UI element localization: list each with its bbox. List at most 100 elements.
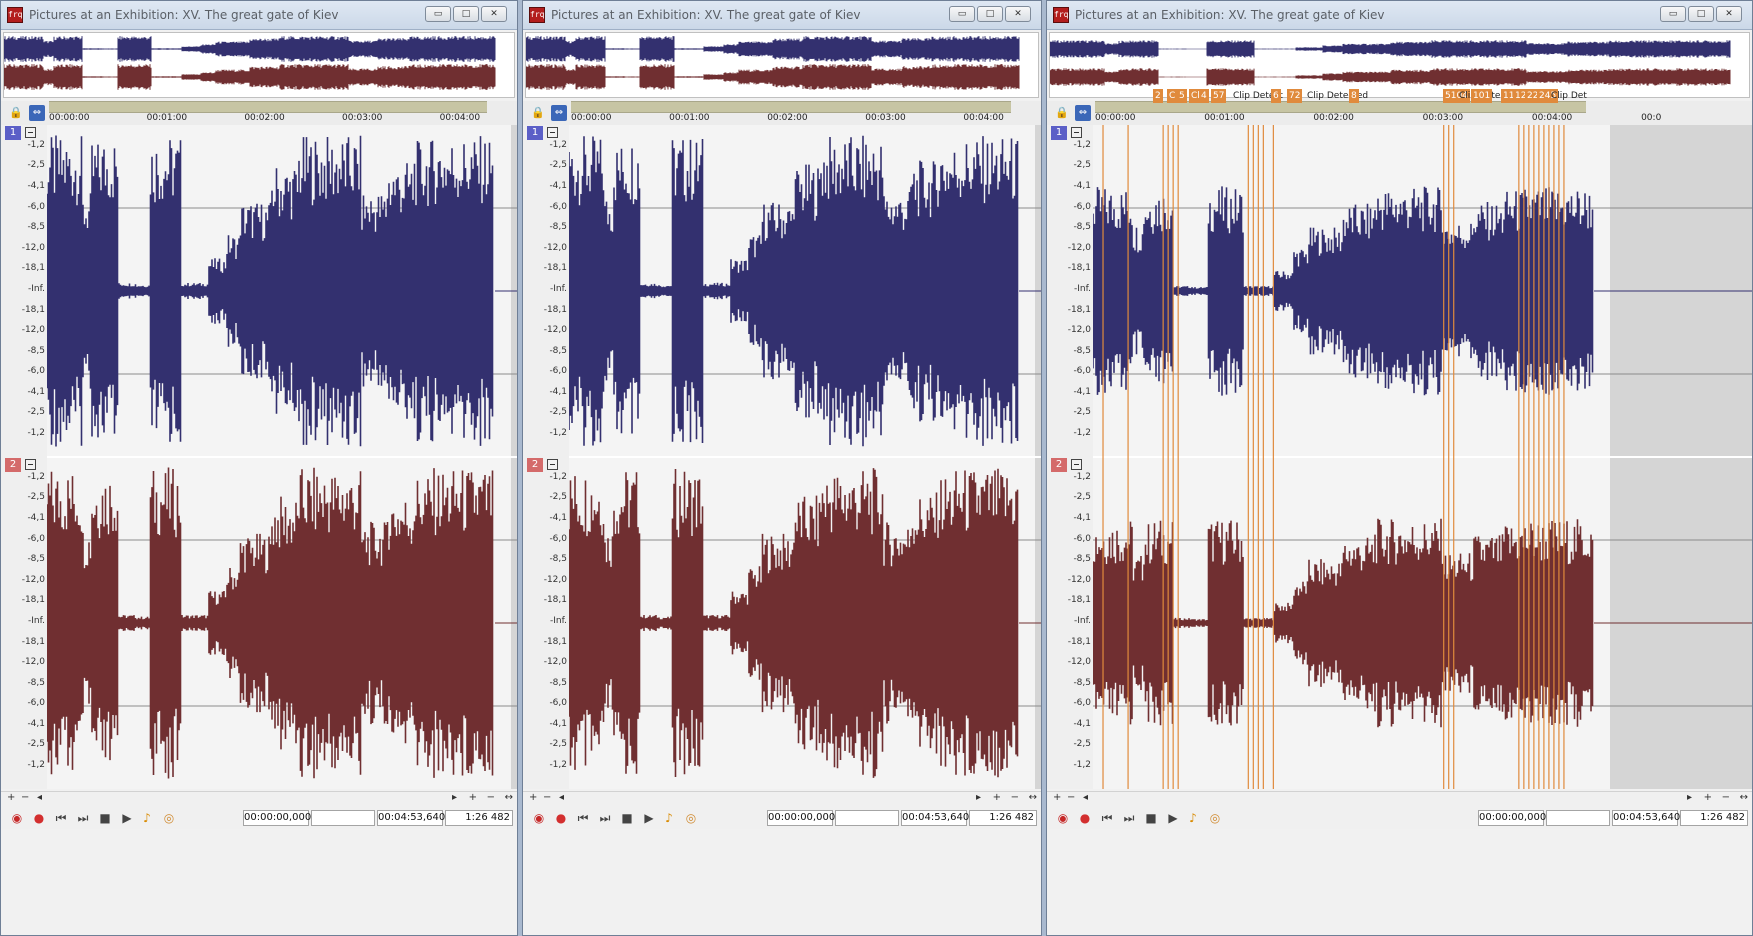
- minimize-button[interactable]: ▭: [949, 6, 975, 22]
- clip-detected-label[interactable]: 57: [1211, 89, 1227, 103]
- channel-collapse-button[interactable]: [25, 127, 36, 138]
- go-end-icon[interactable]: ⏭: [1121, 810, 1137, 826]
- play-cursor-icon[interactable]: ◎: [1207, 810, 1223, 826]
- zoom-out-v-icon[interactable]: −: [487, 792, 495, 803]
- play-icon[interactable]: ▶: [119, 810, 135, 826]
- play-cursor-icon[interactable]: ◎: [161, 810, 177, 826]
- stop-icon[interactable]: ■: [619, 810, 635, 826]
- loop-region-strip[interactable]: [571, 101, 1011, 113]
- audio-window-2[interactable]: frq Pictures at an Exhibition: XV. The g…: [522, 0, 1042, 936]
- channel-collapse-button[interactable]: [25, 459, 36, 470]
- zoom-in-h-icon[interactable]: +: [7, 792, 15, 803]
- clip-detected-label[interactable]: C: [1167, 89, 1178, 103]
- scroll-left-icon[interactable]: ◂: [37, 792, 42, 803]
- selection-field[interactable]: [835, 810, 899, 826]
- selection-field[interactable]: [1546, 810, 1610, 826]
- zoom-in-v-icon[interactable]: +: [993, 792, 1001, 803]
- zoom-out-v-icon[interactable]: −: [1722, 792, 1730, 803]
- clip-detected-label[interactable]: 2: [1153, 89, 1163, 103]
- clip-detected-label[interactable]: 72: [1287, 89, 1303, 103]
- zoom-fit-icon[interactable]: ↔: [1740, 792, 1748, 803]
- clip-detected-label[interactable]: 4: [1199, 89, 1209, 103]
- minimize-button[interactable]: ▭: [1660, 6, 1686, 22]
- channel-collapse-button[interactable]: [1071, 127, 1082, 138]
- record-arm-icon[interactable]: ◉: [1055, 810, 1071, 826]
- zoom-out-h-icon[interactable]: −: [1067, 792, 1075, 803]
- zoom-fit-icon[interactable]: ↔: [505, 792, 513, 803]
- go-end-icon[interactable]: ⏭: [597, 810, 613, 826]
- snap-icon[interactable]: ⇔: [29, 105, 45, 121]
- channel-collapse-button[interactable]: [1071, 459, 1082, 470]
- zoom-in-v-icon[interactable]: +: [469, 792, 477, 803]
- horizontal-scrollbar[interactable]: + − ◂ ▸ + − ↔: [523, 791, 1041, 806]
- channel-badge-2[interactable]: 2: [527, 458, 543, 472]
- waveform-display[interactable]: [47, 125, 517, 789]
- title-bar[interactable]: frq Pictures at an Exhibition: XV. The g…: [523, 1, 1041, 30]
- zoom-ratio-field[interactable]: 1:26 482: [969, 810, 1037, 826]
- position-field[interactable]: 00:00:00,000: [767, 810, 835, 826]
- selection-field[interactable]: [311, 810, 375, 826]
- record-arm-icon[interactable]: ◉: [531, 810, 547, 826]
- channel-badge-1[interactable]: 1: [527, 126, 543, 140]
- play-loop-icon[interactable]: ♪: [661, 810, 677, 826]
- go-start-icon[interactable]: ⏮: [575, 810, 591, 826]
- go-start-icon[interactable]: ⏮: [1099, 810, 1115, 826]
- maximize-button[interactable]: □: [1688, 6, 1714, 22]
- go-start-icon[interactable]: ⏮: [53, 810, 69, 826]
- scroll-left-icon[interactable]: ◂: [1083, 792, 1088, 803]
- go-end-icon[interactable]: ⏭: [75, 810, 91, 826]
- snap-icon[interactable]: ⇔: [551, 105, 567, 121]
- play-cursor-icon[interactable]: ◎: [683, 810, 699, 826]
- overview-waveform[interactable]: [525, 32, 1039, 98]
- horizontal-scrollbar[interactable]: + − ◂ ▸ + − ↔: [1047, 791, 1752, 806]
- clip-detected-label[interactable]: 5: [1177, 89, 1187, 103]
- record-icon[interactable]: ●: [1077, 810, 1093, 826]
- scroll-left-icon[interactable]: ◂: [559, 792, 564, 803]
- play-icon[interactable]: ▶: [1165, 810, 1181, 826]
- audio-window-3[interactable]: frq Pictures at an Exhibition: XV. The g…: [1046, 0, 1753, 936]
- zoom-in-h-icon[interactable]: +: [1053, 792, 1061, 803]
- record-icon[interactable]: ●: [553, 810, 569, 826]
- record-icon[interactable]: ●: [31, 810, 47, 826]
- overview-waveform[interactable]: [3, 32, 515, 98]
- channel-badge-2[interactable]: 2: [5, 458, 21, 472]
- zoom-ratio-field[interactable]: 1:26 482: [1680, 810, 1748, 826]
- channel-badge-2[interactable]: 2: [1051, 458, 1067, 472]
- scroll-right-icon[interactable]: ▸: [976, 792, 981, 803]
- close-button[interactable]: ✕: [481, 6, 507, 22]
- waveform-display[interactable]: [569, 125, 1041, 789]
- waveform-display[interactable]: [1093, 125, 1752, 789]
- horizontal-scrollbar[interactable]: + − ◂ ▸ + − ↔: [1, 791, 517, 806]
- lock-icon[interactable]: 🔒: [531, 107, 545, 119]
- close-button[interactable]: ✕: [1005, 6, 1031, 22]
- clip-detected-label[interactable]: 101: [1471, 89, 1493, 103]
- zoom-out-h-icon[interactable]: −: [21, 792, 29, 803]
- audio-window-1[interactable]: frq Pictures at an Exhibition: XV. The g…: [0, 0, 518, 936]
- zoom-out-h-icon[interactable]: −: [543, 792, 551, 803]
- maximize-button[interactable]: □: [977, 6, 1003, 22]
- zoom-out-v-icon[interactable]: −: [1011, 792, 1019, 803]
- clip-detected-label[interactable]: Clip Detected: [1305, 89, 1370, 103]
- clip-detected-label[interactable]: Clip Det: [1549, 89, 1589, 103]
- stop-icon[interactable]: ■: [1143, 810, 1159, 826]
- channel-collapse-button[interactable]: [547, 127, 558, 138]
- title-bar[interactable]: frq Pictures at an Exhibition: XV. The g…: [1, 1, 517, 30]
- clip-detected-label[interactable]: 8: [1349, 89, 1359, 103]
- channel-collapse-button[interactable]: [547, 459, 558, 470]
- title-bar[interactable]: frq Pictures at an Exhibition: XV. The g…: [1047, 1, 1752, 30]
- record-arm-icon[interactable]: ◉: [9, 810, 25, 826]
- zoom-fit-icon[interactable]: ↔: [1029, 792, 1037, 803]
- play-loop-icon[interactable]: ♪: [139, 810, 155, 826]
- minimize-button[interactable]: ▭: [425, 6, 451, 22]
- channel-badge-1[interactable]: 1: [1051, 126, 1067, 140]
- scroll-right-icon[interactable]: ▸: [452, 792, 457, 803]
- zoom-in-v-icon[interactable]: +: [1704, 792, 1712, 803]
- lock-icon[interactable]: 🔒: [9, 107, 23, 119]
- snap-icon[interactable]: ⇔: [1075, 105, 1091, 121]
- loop-region-strip[interactable]: [49, 101, 487, 113]
- scroll-right-icon[interactable]: ▸: [1687, 792, 1692, 803]
- lock-icon[interactable]: 🔒: [1055, 107, 1069, 119]
- position-field[interactable]: 00:00:00,000: [243, 810, 311, 826]
- stop-icon[interactable]: ■: [97, 810, 113, 826]
- zoom-ratio-field[interactable]: 1:26 482: [445, 810, 513, 826]
